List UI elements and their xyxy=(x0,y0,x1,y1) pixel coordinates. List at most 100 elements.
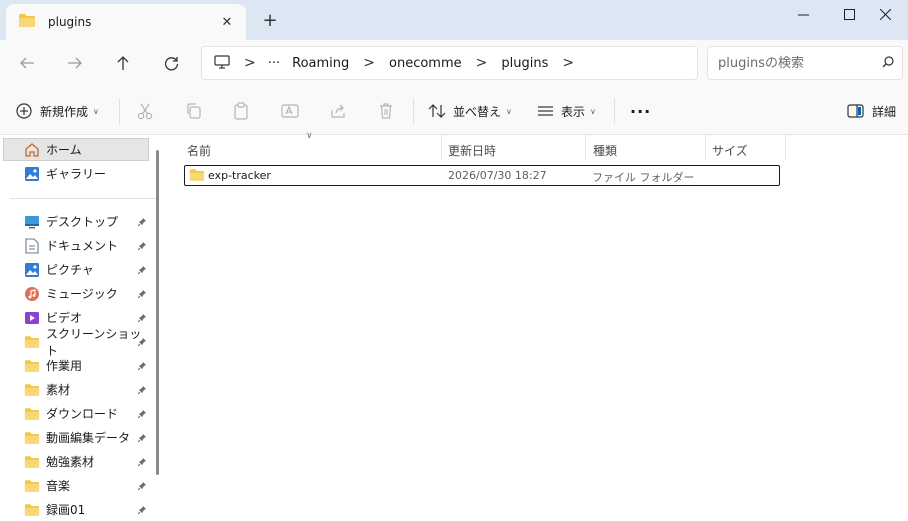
column-header-size[interactable]: サイズ xyxy=(712,138,782,162)
address-row: > ··· Roaming > onecomme > plugins > xyxy=(0,40,908,86)
more-options-button[interactable]: ··· xyxy=(630,98,651,124)
rename-icon xyxy=(281,104,299,118)
back-arrow-icon xyxy=(20,57,34,69)
minimize-icon xyxy=(797,14,809,15)
folder-icon xyxy=(189,168,205,185)
sidebar-item[interactable]: ミュージック xyxy=(3,282,149,305)
breadcrumb-roaming[interactable]: Roaming xyxy=(292,56,349,71)
sort-label: 並べ替え xyxy=(453,104,502,119)
pin-icon xyxy=(137,264,147,278)
pin-icon xyxy=(137,240,147,254)
pin-icon xyxy=(137,384,147,398)
sort-icon xyxy=(428,104,446,118)
delete-button[interactable] xyxy=(377,98,395,124)
paste-button[interactable] xyxy=(232,98,250,124)
details-pane-button[interactable]: 詳細 xyxy=(847,98,896,124)
pin-icon xyxy=(137,288,147,302)
rename-button[interactable] xyxy=(281,98,299,124)
back-button[interactable] xyxy=(14,50,40,76)
copy-button[interactable] xyxy=(185,98,203,124)
tab-plugins[interactable]: plugins ✕ xyxy=(6,4,246,40)
folder-icon xyxy=(24,358,40,374)
sidebar-item-label: ダウンロード xyxy=(46,407,119,421)
breadcrumb-plugins[interactable]: plugins xyxy=(501,56,548,71)
breadcrumb-separator[interactable]: > xyxy=(562,55,574,71)
close-button[interactable] xyxy=(862,0,908,28)
refresh-button[interactable] xyxy=(158,50,184,76)
file-list: ∨ 名前 更新日時 種類 サイズ exp-tracker 2026/07/30 … xyxy=(166,131,908,520)
view-button[interactable]: 表示 ∨ xyxy=(537,98,596,124)
sidebar-item[interactable]: ドキュメント xyxy=(3,234,149,257)
sidebar-divider xyxy=(10,198,158,199)
search-input[interactable] xyxy=(716,52,870,74)
pin-icon xyxy=(137,456,147,470)
sidebar-item-gallery[interactable]: ギャラリー xyxy=(3,162,149,185)
command-bar: 新規作成 ∨ 並べ替え ∨ 表示 ∨ ··· 詳細 xyxy=(0,86,908,135)
folder-icon xyxy=(24,430,40,446)
sidebar-item[interactable]: 動画編集データ xyxy=(3,426,149,449)
breadcrumb-separator[interactable]: > xyxy=(476,55,488,71)
sidebar-item[interactable]: デスクトップ xyxy=(3,210,149,233)
this-pc-icon[interactable] xyxy=(214,54,230,72)
column-divider[interactable] xyxy=(705,135,706,160)
search-icon[interactable] xyxy=(882,56,894,71)
new-label: 新規作成 xyxy=(40,104,89,119)
sidebar-item-label: 勉強素材 xyxy=(46,455,95,469)
cut-button[interactable] xyxy=(136,98,154,124)
sidebar-item[interactable]: ピクチャ xyxy=(3,258,149,281)
pin-icon xyxy=(137,432,147,446)
sidebar-item-home[interactable]: ホーム xyxy=(3,138,149,161)
chevron-down-icon: ∨ xyxy=(590,106,596,116)
column-divider[interactable] xyxy=(441,135,442,160)
close-icon xyxy=(879,8,891,20)
search-box[interactable] xyxy=(707,46,903,80)
sidebar-item[interactable]: 音楽 xyxy=(3,474,149,497)
new-tab-button[interactable]: + xyxy=(260,11,280,31)
sidebar-item[interactable]: 録画01 xyxy=(3,498,149,521)
refresh-icon xyxy=(164,56,178,70)
pictures-icon xyxy=(24,262,40,278)
sidebar-item-label: ギャラリー xyxy=(46,167,107,181)
column-header-modified[interactable]: 更新日時 xyxy=(448,138,578,162)
share-button[interactable] xyxy=(329,98,347,124)
forward-arrow-icon xyxy=(68,57,82,69)
sidebar-item-label: 素材 xyxy=(46,383,71,397)
music-icon xyxy=(24,286,40,302)
sidebar-item[interactable]: ダウンロード xyxy=(3,402,149,425)
breadcrumb-onecomme[interactable]: onecomme xyxy=(389,56,462,71)
column-header-name[interactable]: 名前 xyxy=(187,138,437,162)
minimize-button[interactable] xyxy=(780,0,826,28)
sidebar-scrollbar[interactable] xyxy=(156,150,159,475)
view-list-icon xyxy=(538,106,553,116)
toolbar-divider xyxy=(119,98,120,124)
maximize-icon xyxy=(843,8,855,20)
file-row[interactable]: exp-tracker 2026/07/30 18:27 ファイル フォルダー xyxy=(184,165,780,186)
breadcrumb-separator[interactable]: > xyxy=(363,55,375,71)
paste-icon xyxy=(234,102,248,120)
sidebar-item[interactable]: 素材 xyxy=(3,378,149,401)
tab-close-icon[interactable]: ✕ xyxy=(218,13,236,31)
column-header-type[interactable]: 種類 xyxy=(593,138,703,162)
add-circle-icon xyxy=(16,103,32,119)
new-button[interactable]: 新規作成 ∨ xyxy=(16,98,99,124)
folder-icon xyxy=(24,334,40,350)
sidebar-item-label: デスクトップ xyxy=(46,215,119,229)
videos-icon xyxy=(24,310,40,326)
sidebar-item-label: 動画編集データ xyxy=(46,431,131,445)
chevron-down-icon: ∨ xyxy=(93,106,99,116)
copy-icon xyxy=(187,103,201,119)
up-button[interactable] xyxy=(110,50,136,76)
column-divider[interactable] xyxy=(785,135,786,160)
sort-button[interactable]: 並べ替え ∨ xyxy=(428,98,512,124)
address-bar[interactable]: > ··· Roaming > onecomme > plugins > xyxy=(201,46,698,80)
trash-icon xyxy=(380,103,392,119)
sidebar-item[interactable]: 作業用 xyxy=(3,354,149,377)
sidebar-item[interactable]: 勉強素材 xyxy=(3,450,149,473)
toolbar-divider xyxy=(614,98,615,124)
sidebar-item[interactable]: スクリーンショット xyxy=(3,327,149,358)
column-divider[interactable] xyxy=(585,135,586,160)
forward-button[interactable] xyxy=(62,50,88,76)
pin-icon xyxy=(137,480,147,494)
breadcrumb-overflow[interactable]: ··· xyxy=(268,56,280,71)
breadcrumb-separator[interactable]: > xyxy=(244,55,256,71)
